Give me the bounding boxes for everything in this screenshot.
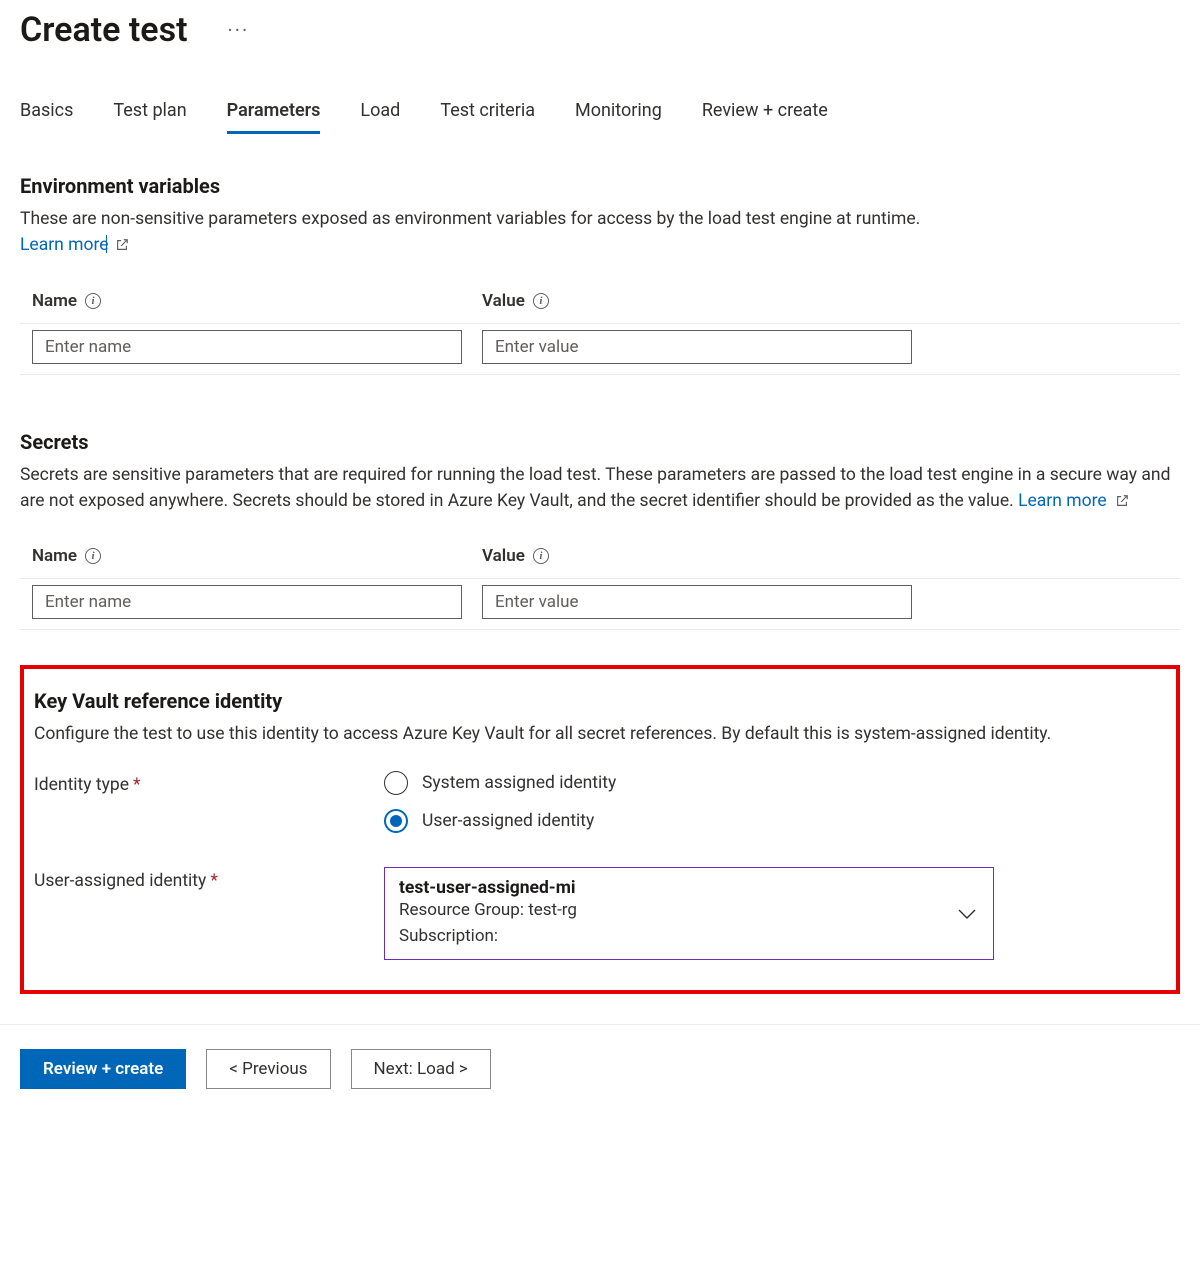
info-icon[interactable]: i [85, 293, 101, 309]
radio-system-assigned[interactable]: System assigned identity [384, 771, 616, 795]
info-icon[interactable]: i [533, 548, 549, 564]
key-vault-identity-section: Key Vault reference identity Configure t… [20, 665, 1180, 994]
more-actions-icon[interactable]: ··· [228, 18, 250, 42]
radio-system-label: System assigned identity [422, 773, 616, 793]
identity-type-label: Identity type* [34, 771, 384, 795]
external-link-icon [115, 238, 129, 252]
secrets-learn-more-text: Learn more [1018, 491, 1107, 511]
secrets-heading: Secrets [20, 430, 1180, 454]
env-learn-more-link[interactable]: Learn more [20, 235, 129, 255]
tab-basics[interactable]: Basics [20, 100, 73, 134]
secrets-learn-more-link[interactable]: Learn more [1018, 491, 1129, 511]
chevron-down-icon [957, 908, 977, 920]
kv-description: Configure the test to use this identity … [34, 721, 1166, 747]
env-value-column-label: Value [482, 291, 525, 311]
radio-user-assigned[interactable]: User-assigned identity [384, 809, 616, 833]
info-icon[interactable]: i [85, 548, 101, 564]
page-title: Create test [20, 10, 188, 50]
next-button[interactable]: Next: Load > [351, 1049, 491, 1089]
tab-monitoring[interactable]: Monitoring [575, 100, 662, 134]
secrets-value-column-label: Value [482, 546, 525, 566]
env-name-column-label: Name [32, 291, 77, 311]
kv-heading: Key Vault reference identity [34, 689, 1166, 713]
radio-icon [384, 771, 408, 795]
radio-user-label: User-assigned identity [422, 811, 594, 831]
tab-strip: Basics Test plan Parameters Load Test cr… [20, 100, 1180, 134]
secrets-name-column-label: Name [32, 546, 77, 566]
env-desc-text: These are non-sensitive parameters expos… [20, 209, 920, 229]
tab-test-criteria[interactable]: Test criteria [440, 100, 535, 134]
secrets-value-input[interactable] [482, 585, 912, 619]
tab-test-plan[interactable]: Test plan [113, 100, 186, 134]
secrets-name-column-header: Name i [32, 546, 101, 566]
dropdown-resource-group: Resource Group: test-rg [399, 898, 953, 924]
env-name-input[interactable] [32, 330, 462, 364]
footer-divider [0, 1024, 1200, 1025]
tab-load[interactable]: Load [360, 100, 400, 134]
secrets-section: Secrets Secrets are sensitive parameters… [20, 430, 1180, 631]
tab-parameters[interactable]: Parameters [227, 100, 321, 134]
secrets-description: Secrets are sensitive parameters that ar… [20, 462, 1180, 515]
info-icon[interactable]: i [533, 293, 549, 309]
user-assigned-identity-dropdown[interactable]: test-user-assigned-mi Resource Group: te… [384, 867, 994, 960]
previous-button[interactable]: < Previous [206, 1049, 330, 1089]
env-description: These are non-sensitive parameters expos… [20, 206, 1180, 259]
env-value-input[interactable] [482, 330, 912, 364]
dropdown-selected-title: test-user-assigned-mi [399, 878, 953, 898]
dropdown-subscription: Subscription: [399, 924, 953, 950]
env-learn-more-text: Learn more [20, 235, 109, 255]
review-create-button[interactable]: Review + create [20, 1049, 186, 1089]
external-link-icon [1115, 494, 1129, 508]
env-value-column-header: Value i [482, 291, 549, 311]
user-assigned-identity-label: User-assigned identity* [34, 867, 384, 891]
footer-buttons: Review + create < Previous Next: Load > [20, 1049, 1180, 1089]
secrets-desc-text: Secrets are sensitive parameters that ar… [20, 465, 1170, 511]
secrets-name-input[interactable] [32, 585, 462, 619]
secrets-value-column-header: Value i [482, 546, 549, 566]
tab-review-create[interactable]: Review + create [702, 100, 828, 134]
env-name-column-header: Name i [32, 291, 101, 311]
radio-icon [384, 809, 408, 833]
environment-variables-section: Environment variables These are non-sens… [20, 174, 1180, 375]
identity-type-radio-group: System assigned identity User-assigned i… [384, 771, 616, 833]
env-heading: Environment variables [20, 174, 1180, 198]
